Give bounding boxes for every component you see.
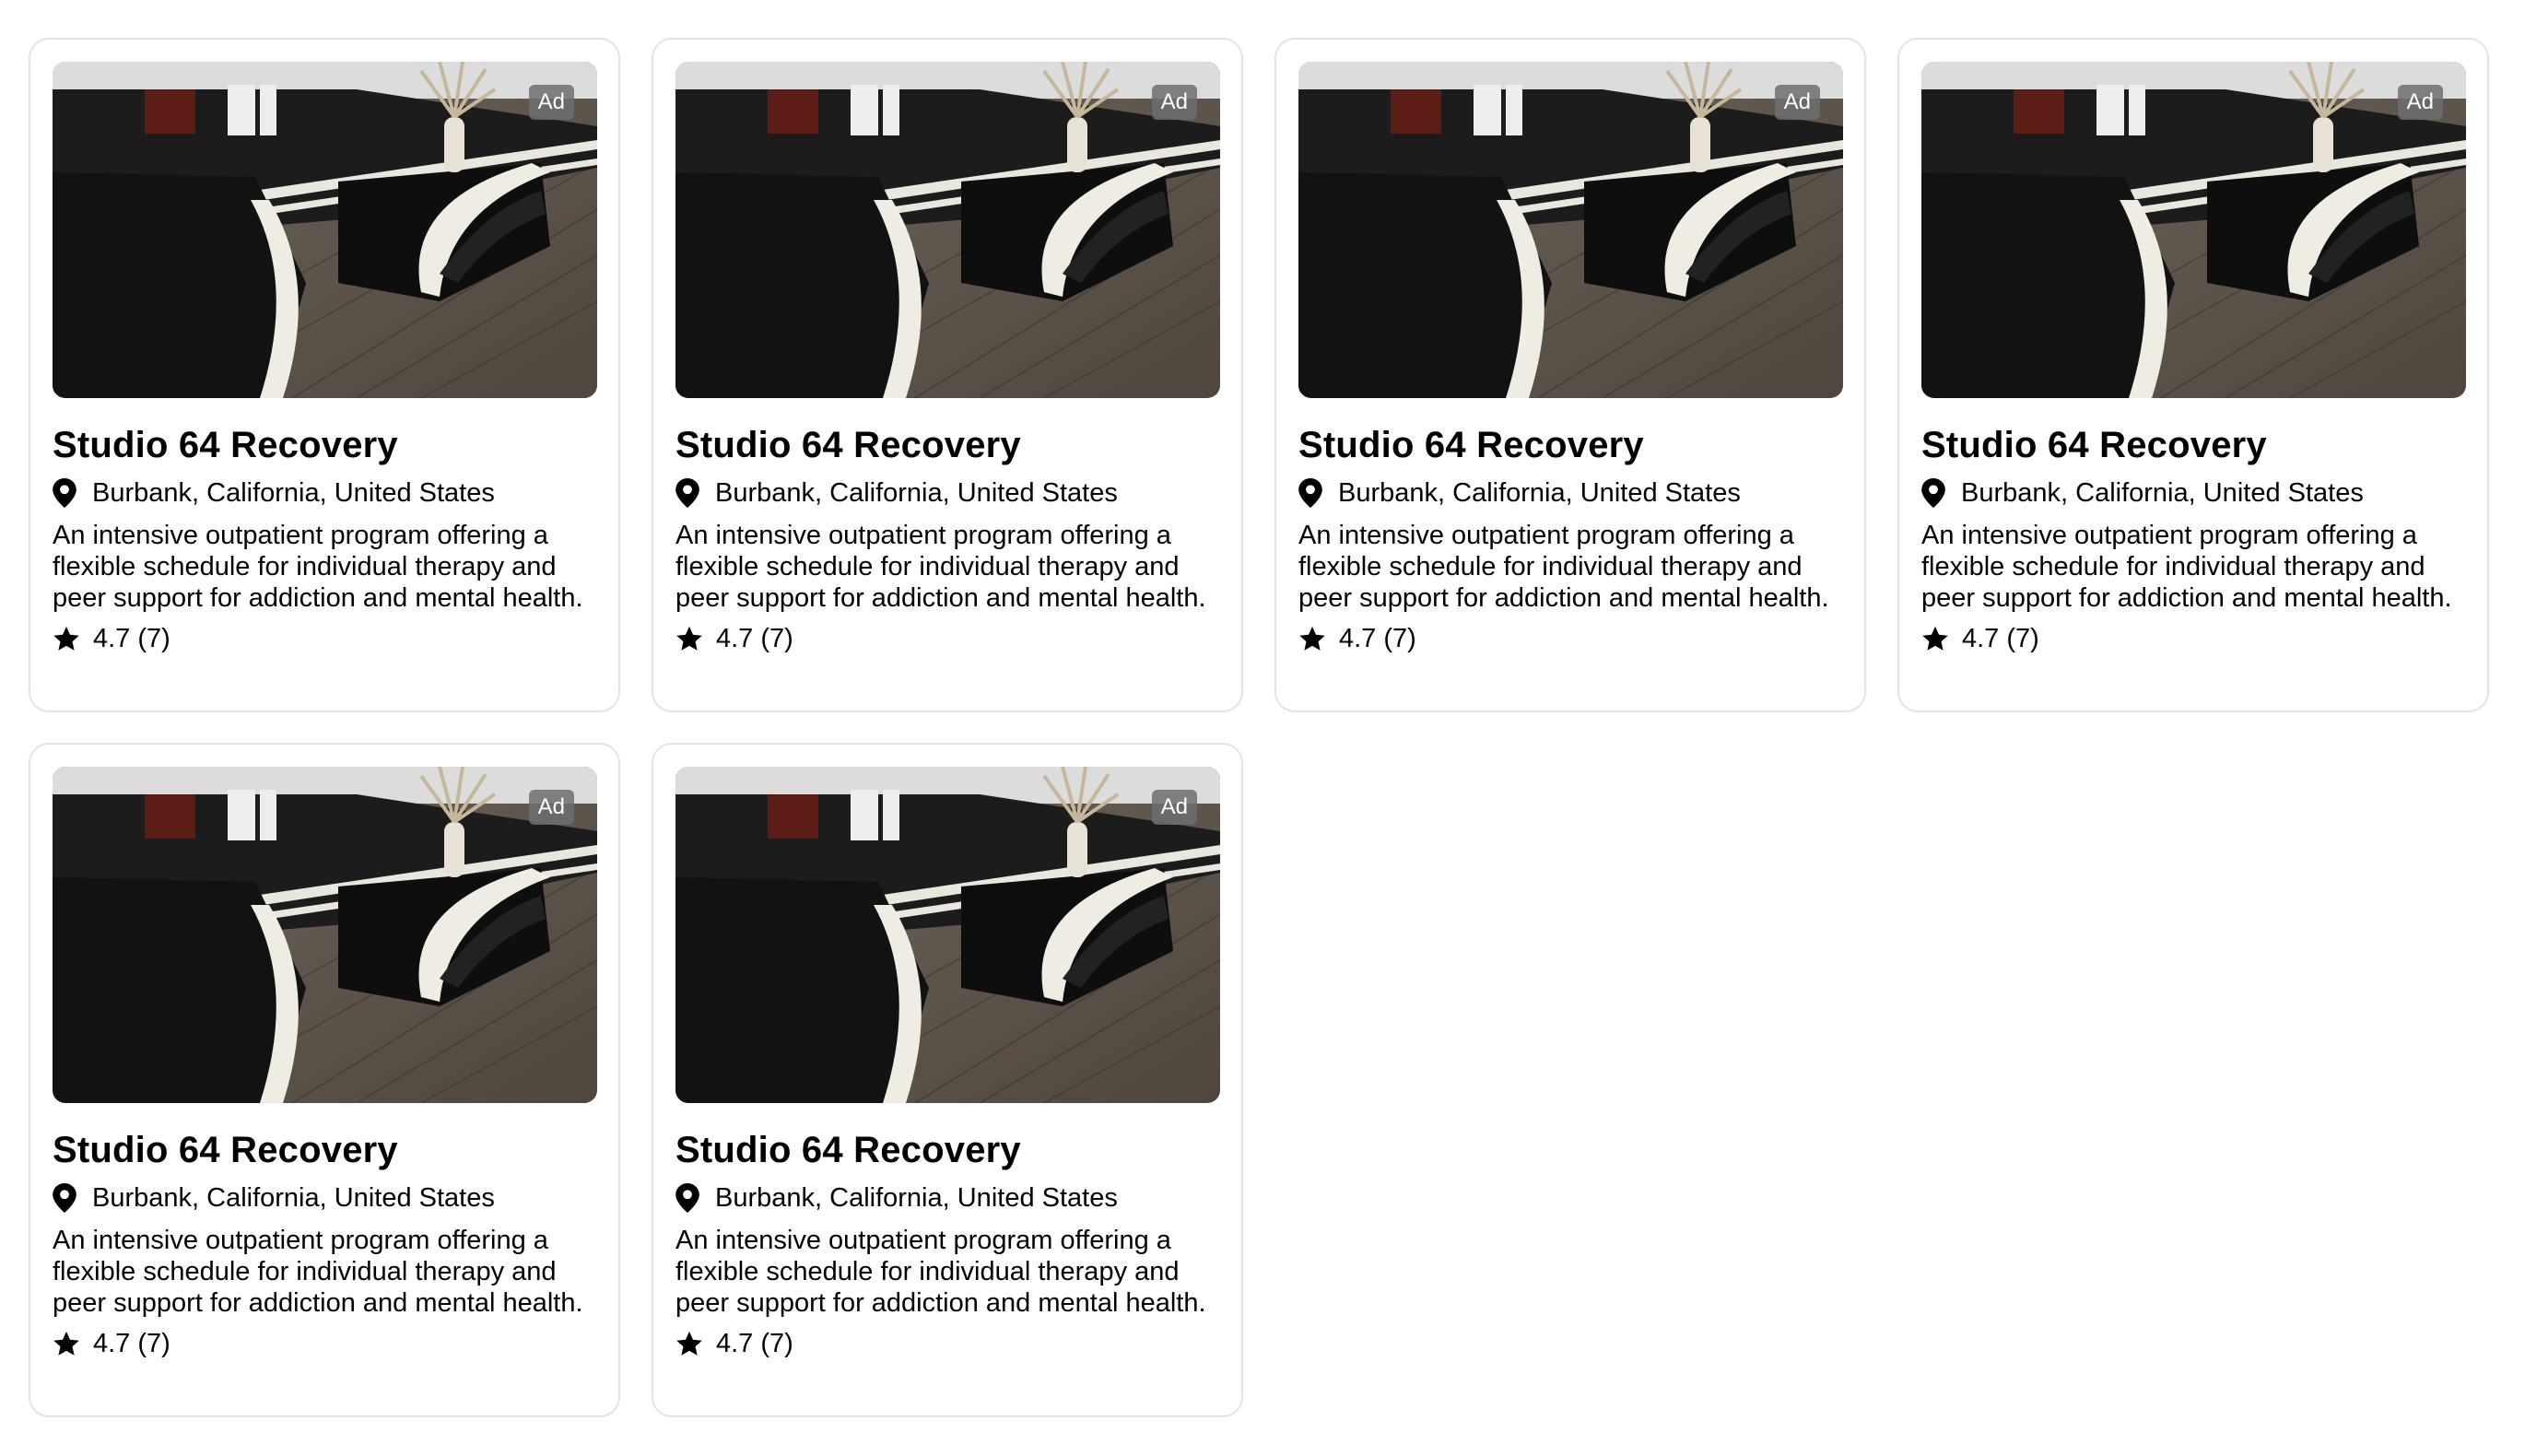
location-text: Burbank, California, United States <box>715 1183 1118 1213</box>
listing-image[interactable]: Ad <box>53 62 597 398</box>
listing-card[interactable]: Ad Studio 64 Recovery Burbank, Californi… <box>1897 38 2489 712</box>
listing-rating: 4.7 (7) <box>1298 623 1842 654</box>
listing-card[interactable]: Ad Studio 64 Recovery Burbank, Californi… <box>29 743 620 1417</box>
rating-text: 4.7 (7) <box>1339 624 1416 653</box>
map-pin-icon <box>1298 478 1322 508</box>
map-pin-icon <box>53 478 76 508</box>
listing-description: An intensive outpatient program offering… <box>1921 521 2452 613</box>
star-icon <box>1299 626 1325 651</box>
star-icon <box>53 1331 79 1356</box>
living-room-photo <box>1298 62 1843 398</box>
listing-card[interactable]: Ad Studio 64 Recovery Burbank, Californi… <box>652 38 1243 712</box>
listing-location: Burbank, California, United States <box>1298 477 1842 509</box>
listing-description: An intensive outpatient program offering… <box>675 1226 1206 1318</box>
map-pin-icon <box>675 1183 699 1213</box>
rating-text: 4.7 (7) <box>93 1329 170 1358</box>
listing-image[interactable]: Ad <box>675 767 1220 1103</box>
listing-image[interactable]: Ad <box>53 767 597 1103</box>
listing-image[interactable]: Ad <box>1298 62 1843 398</box>
listing-location: Burbank, California, United States <box>675 1182 1219 1214</box>
rating-text: 4.7 (7) <box>1962 624 2039 653</box>
listing-location: Burbank, California, United States <box>675 477 1219 509</box>
ad-badge: Ad <box>1774 85 1820 120</box>
listing-grid: Ad Studio 64 Recovery Burbank, Californi… <box>29 38 2489 1417</box>
listing-description: An intensive outpatient program offering… <box>53 1226 583 1318</box>
location-text: Burbank, California, United States <box>1961 478 2364 508</box>
map-pin-icon <box>675 478 699 508</box>
listing-card[interactable]: Ad Studio 64 Recovery Burbank, Californi… <box>652 743 1243 1417</box>
listing-location: Burbank, California, United States <box>53 1182 596 1214</box>
listing-rating: 4.7 (7) <box>675 623 1219 654</box>
star-icon <box>676 626 702 651</box>
listing-description: An intensive outpatient program offering… <box>1298 521 1829 613</box>
rating-text: 4.7 (7) <box>716 1329 793 1358</box>
listing-rating: 4.7 (7) <box>53 1328 596 1359</box>
listing-title[interactable]: Studio 64 Recovery <box>675 1129 1219 1171</box>
rating-text: 4.7 (7) <box>93 624 170 653</box>
rating-text: 4.7 (7) <box>716 624 793 653</box>
living-room-photo <box>675 767 1220 1103</box>
listing-location: Burbank, California, United States <box>1921 477 2465 509</box>
location-text: Burbank, California, United States <box>1338 478 1741 508</box>
star-icon <box>1922 626 1948 651</box>
listing-title[interactable]: Studio 64 Recovery <box>1298 424 1842 466</box>
listing-title[interactable]: Studio 64 Recovery <box>53 424 596 466</box>
ad-badge: Ad <box>1151 85 1197 120</box>
ad-badge: Ad <box>528 85 574 120</box>
location-text: Burbank, California, United States <box>92 478 495 508</box>
listing-title[interactable]: Studio 64 Recovery <box>675 424 1219 466</box>
ad-badge: Ad <box>2397 85 2443 120</box>
listing-rating: 4.7 (7) <box>1921 623 2465 654</box>
location-text: Burbank, California, United States <box>715 478 1118 508</box>
listing-description: An intensive outpatient program offering… <box>675 521 1206 613</box>
star-icon <box>676 1331 702 1356</box>
living-room-photo <box>1921 62 2466 398</box>
ad-badge: Ad <box>1151 790 1197 825</box>
listing-title[interactable]: Studio 64 Recovery <box>1921 424 2465 466</box>
living-room-photo <box>53 62 597 398</box>
ad-badge: Ad <box>528 790 574 825</box>
listing-description: An intensive outpatient program offering… <box>53 521 583 613</box>
listing-rating: 4.7 (7) <box>675 1328 1219 1359</box>
living-room-photo <box>53 767 597 1103</box>
listing-location: Burbank, California, United States <box>53 477 596 509</box>
map-pin-icon <box>1921 478 1945 508</box>
listing-card[interactable]: Ad Studio 64 Recovery Burbank, Californi… <box>1274 38 1866 712</box>
listing-card[interactable]: Ad Studio 64 Recovery Burbank, Californi… <box>29 38 620 712</box>
listing-image[interactable]: Ad <box>1921 62 2466 398</box>
location-text: Burbank, California, United States <box>92 1183 495 1213</box>
listing-title[interactable]: Studio 64 Recovery <box>53 1129 596 1171</box>
star-icon <box>53 626 79 651</box>
listing-image[interactable]: Ad <box>675 62 1220 398</box>
listing-rating: 4.7 (7) <box>53 623 596 654</box>
map-pin-icon <box>53 1183 76 1213</box>
living-room-photo <box>675 62 1220 398</box>
